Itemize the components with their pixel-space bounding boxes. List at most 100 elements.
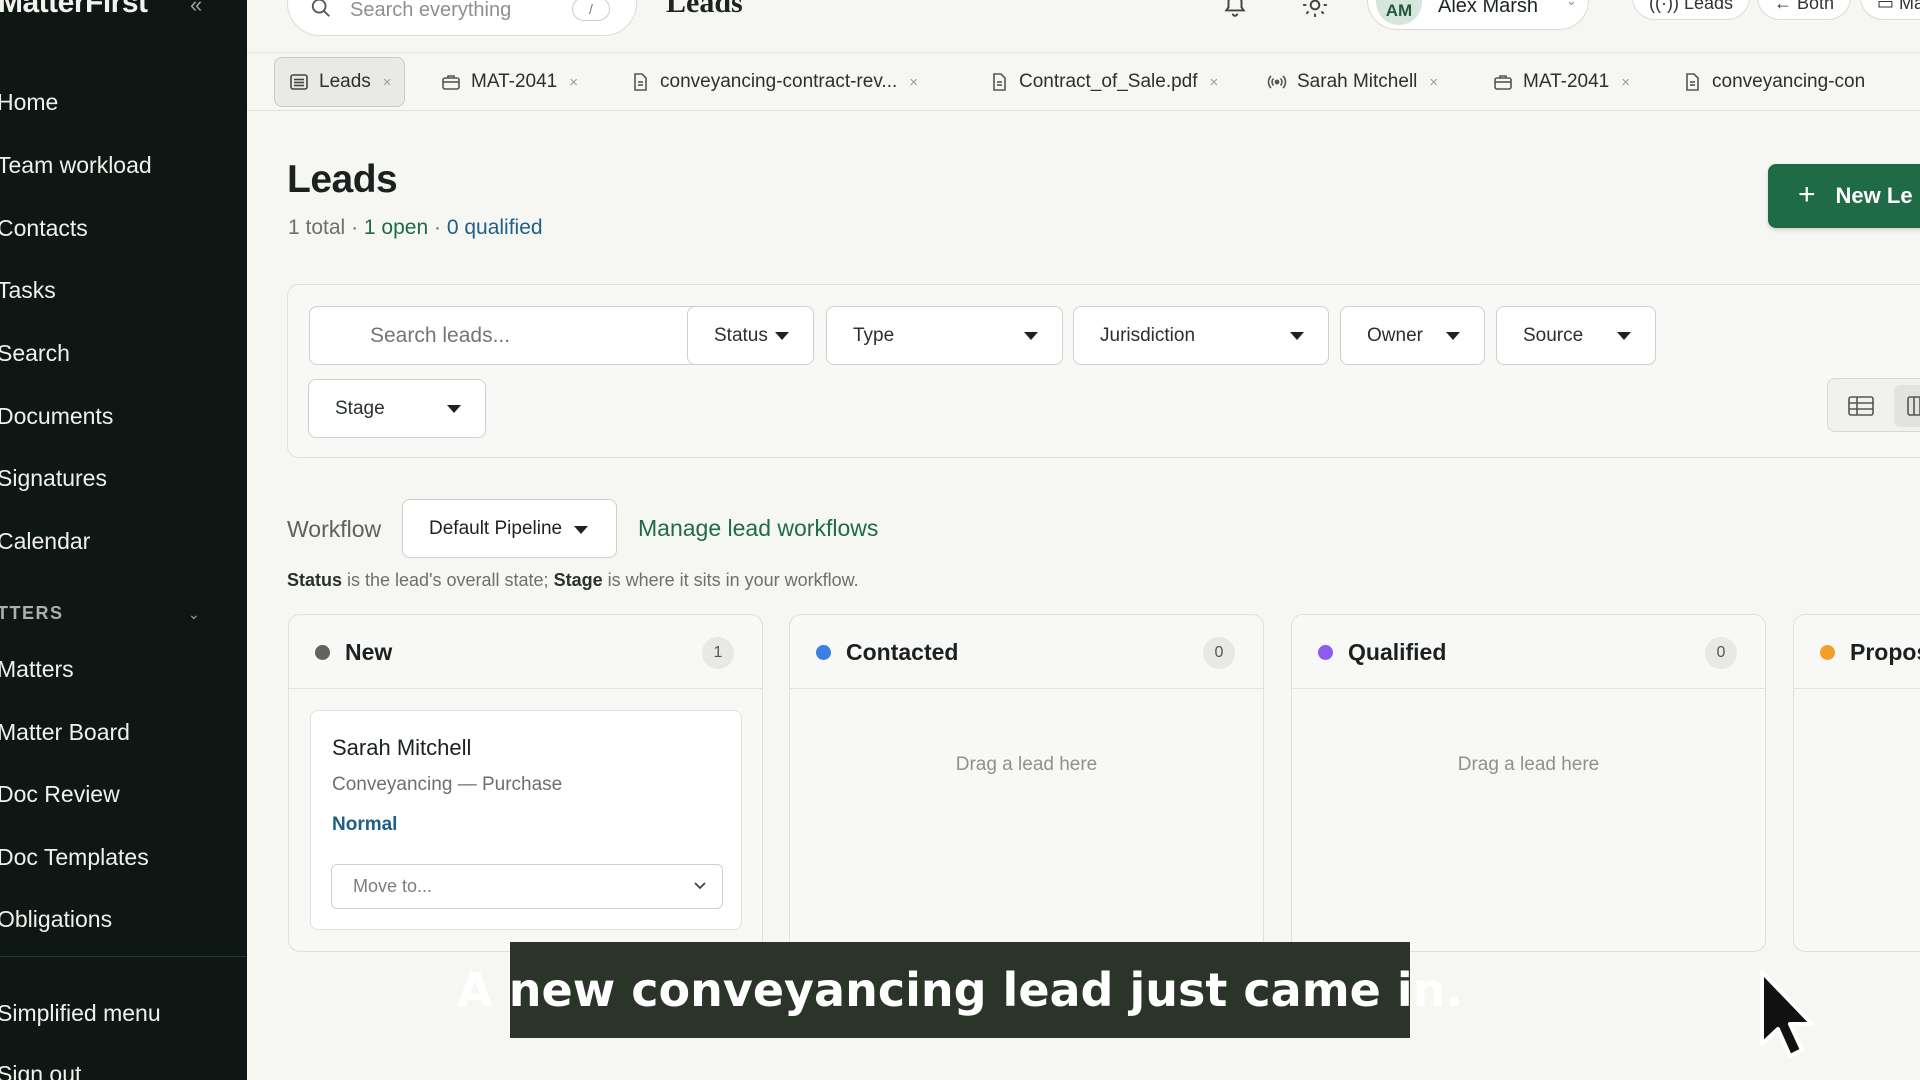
collapse-sidebar-icon[interactable]: « bbox=[190, 0, 202, 18]
workflow-select[interactable]: Default Pipeline bbox=[402, 499, 617, 558]
column-count-badge: 0 bbox=[1705, 637, 1737, 669]
matters-chip[interactable]: ▭ Ma bbox=[1860, 0, 1920, 20]
topbar: Search everything / Leads AM Alex Marsh … bbox=[247, 0, 1920, 53]
sidebar: MatterFirst « Home Team workload Contact… bbox=[0, 0, 247, 1080]
move-to-placeholder: Move to... bbox=[353, 876, 433, 896]
sidebar-item-doc-review[interactable]: Doc Review bbox=[0, 781, 120, 808]
workflow-label: Workflow bbox=[287, 516, 382, 542]
manage-workflows-link[interactable]: Manage lead workflows bbox=[638, 515, 878, 542]
jurisdiction-filter[interactable]: Jurisdiction bbox=[1073, 306, 1329, 365]
table-view-button[interactable] bbox=[1838, 385, 1884, 427]
separator: · bbox=[351, 216, 359, 239]
lead-name[interactable]: Sarah Mitchell bbox=[332, 735, 471, 761]
qualified-count-link[interactable]: 0 qualified bbox=[447, 216, 543, 239]
sidebar-item-contacts[interactable]: Contacts bbox=[0, 215, 88, 242]
stage-filter[interactable]: Stage bbox=[308, 379, 486, 438]
lead-priority: Normal bbox=[332, 814, 398, 835]
type-filter[interactable]: Type bbox=[826, 306, 1063, 365]
filter-panel: Status Type Jurisdiction Owner Source St… bbox=[287, 284, 1920, 458]
column-count-badge: 0 bbox=[1203, 637, 1235, 669]
sidebar-item-documents[interactable]: Documents bbox=[0, 403, 113, 430]
workflow-help-text: Status is the lead's overall state; Stag… bbox=[287, 570, 859, 591]
document-icon bbox=[1682, 72, 1702, 92]
chevron-down-icon[interactable]: ⌄ bbox=[188, 606, 200, 623]
app-logo: MatterFirst bbox=[0, 0, 148, 19]
tab-conveyancing-con[interactable]: conveyancing-con bbox=[1682, 57, 1865, 107]
tab-label: Contract_of_Sale.pdf bbox=[1019, 71, 1198, 92]
sidebar-item-home[interactable]: Home bbox=[0, 89, 58, 116]
broadcast-icon: ((·)) bbox=[1649, 0, 1684, 13]
column-header: Propos bbox=[1794, 615, 1920, 689]
status-dot bbox=[1820, 645, 1835, 660]
open-count-link[interactable]: 1 open bbox=[364, 216, 428, 239]
tab-sarah-mitchell[interactable]: Sarah Mitchell × bbox=[1267, 57, 1438, 107]
mouse-cursor-icon bbox=[1760, 970, 1814, 1058]
bell-icon[interactable] bbox=[1222, 0, 1248, 18]
lead-summary: 1 total · 1 open · 0 qualified bbox=[288, 216, 543, 240]
user-menu[interactable]: AM Alex Marsh ⌄ bbox=[1367, 0, 1589, 30]
plus-icon: + bbox=[1798, 177, 1816, 211]
board-column-qualified: Qualified 0 Drag a lead here bbox=[1291, 614, 1766, 952]
close-icon[interactable]: × bbox=[1210, 74, 1219, 91]
status-filter-label: Status bbox=[714, 325, 768, 346]
tab-label: Leads bbox=[319, 71, 371, 92]
caret-down-icon bbox=[574, 526, 588, 534]
search-icon bbox=[311, 0, 330, 17]
caret-down-icon bbox=[1617, 332, 1631, 340]
column-title: New bbox=[345, 639, 393, 665]
new-lead-button[interactable]: + New Le bbox=[1768, 164, 1920, 228]
owner-filter[interactable]: Owner bbox=[1340, 306, 1485, 365]
sidebar-item-obligations[interactable]: Obligations bbox=[0, 906, 112, 933]
close-icon[interactable]: × bbox=[1621, 74, 1630, 91]
sidebar-item-simplified-menu[interactable]: Simplified menu bbox=[0, 1000, 161, 1027]
tab-conveyancing-contract[interactable]: conveyancing-contract-rev... × bbox=[630, 57, 918, 107]
sidebar-section-matters[interactable]: TTERS bbox=[0, 603, 64, 624]
close-icon[interactable]: × bbox=[909, 74, 918, 91]
board-column-proposal: Propos bbox=[1793, 614, 1920, 952]
tab-contract-of-sale[interactable]: Contract_of_Sale.pdf × bbox=[989, 57, 1218, 107]
sidebar-item-signatures[interactable]: Signatures bbox=[0, 465, 107, 492]
sidebar-item-sign-out[interactable]: Sign out bbox=[0, 1061, 81, 1080]
sidebar-item-search[interactable]: Search bbox=[0, 340, 70, 367]
stage-filter-label: Stage bbox=[335, 398, 385, 419]
status-filter[interactable]: Status bbox=[687, 306, 814, 365]
source-filter-label: Source bbox=[1523, 325, 1584, 346]
sidebar-divider bbox=[0, 956, 247, 957]
status-dot bbox=[1318, 645, 1333, 660]
both-chip[interactable]: ← Both bbox=[1757, 0, 1852, 20]
close-icon[interactable]: × bbox=[569, 74, 578, 91]
source-filter[interactable]: Source bbox=[1496, 306, 1656, 365]
column-header: Contacted 0 bbox=[790, 615, 1263, 689]
status-dot bbox=[816, 645, 831, 660]
leads-chip[interactable]: ((·)) Leads bbox=[1632, 0, 1751, 20]
briefcase-icon bbox=[441, 72, 461, 92]
chevron-down-icon bbox=[692, 865, 708, 925]
separator: · bbox=[433, 216, 441, 239]
global-search-input[interactable]: Search everything / bbox=[287, 0, 637, 36]
search-shortcut-key: / bbox=[572, 0, 610, 21]
tab-leads[interactable]: Leads × bbox=[274, 57, 405, 107]
board-view-button[interactable] bbox=[1894, 385, 1920, 427]
close-icon[interactable]: × bbox=[383, 74, 392, 91]
matters-chip-label: Ma bbox=[1899, 0, 1920, 13]
sun-icon[interactable] bbox=[1302, 0, 1328, 18]
sidebar-item-doc-templates[interactable]: Doc Templates bbox=[0, 844, 149, 871]
new-lead-label: New Le bbox=[1835, 183, 1913, 208]
status-dot bbox=[315, 645, 330, 660]
tab-mat-2041[interactable]: MAT-2041 × bbox=[441, 57, 578, 107]
close-icon[interactable]: × bbox=[1429, 74, 1438, 91]
sidebar-item-team-workload[interactable]: Team workload bbox=[0, 152, 152, 179]
move-to-select[interactable]: Move to... bbox=[331, 864, 723, 909]
column-title: Propos bbox=[1850, 639, 1920, 665]
briefcase-icon bbox=[1493, 72, 1513, 92]
type-filter-label: Type bbox=[853, 325, 895, 346]
sidebar-item-matter-board[interactable]: Matter Board bbox=[0, 719, 130, 746]
sidebar-item-calendar[interactable]: Calendar bbox=[0, 528, 90, 555]
jurisdiction-filter-label: Jurisdiction bbox=[1100, 325, 1196, 346]
tab-mat-2041-2[interactable]: MAT-2041 × bbox=[1493, 57, 1630, 107]
sidebar-item-tasks[interactable]: Tasks bbox=[0, 277, 56, 304]
lead-card[interactable]: Sarah Mitchell Conveyancing — Purchase N… bbox=[310, 710, 742, 930]
sidebar-item-matters[interactable]: Matters bbox=[0, 656, 74, 683]
chevron-down-icon: ⌄ bbox=[1566, 0, 1577, 8]
column-header: Qualified 0 bbox=[1292, 615, 1765, 689]
